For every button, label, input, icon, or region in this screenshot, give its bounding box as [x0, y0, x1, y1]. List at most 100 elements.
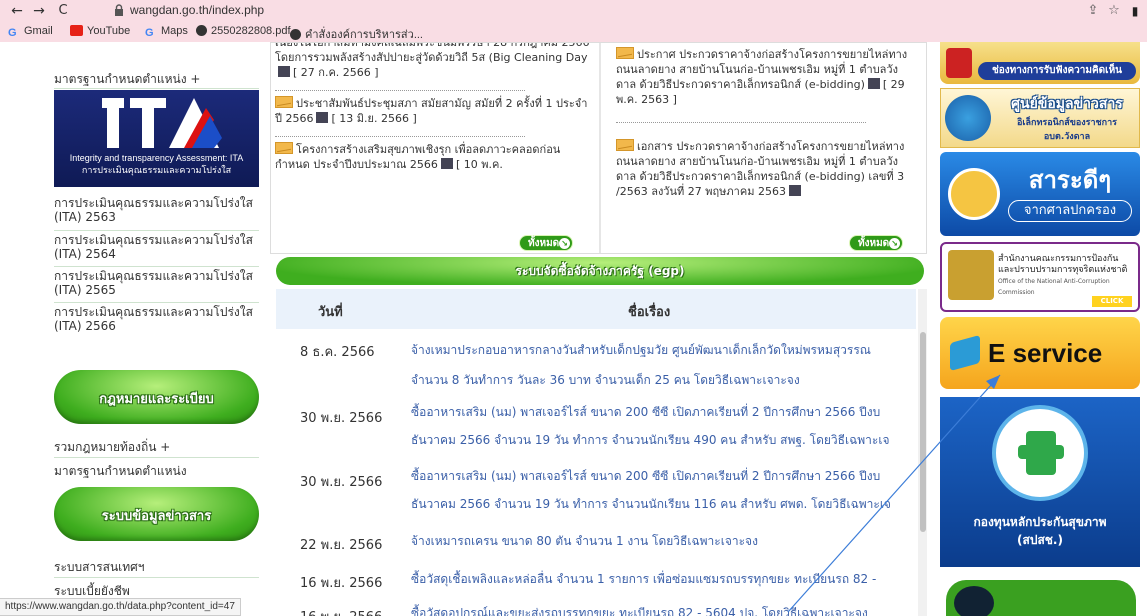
youtube-icon: [70, 25, 83, 36]
info-center-sub: อิเล็กทรอนิกส์ของราชการ: [1017, 118, 1117, 128]
admin-court-sub: จากศาลปกครอง: [1008, 200, 1132, 222]
row-date: 8 ธ.ค. 2566: [300, 345, 375, 360]
position-standard-link-2[interactable]: มาตรฐานกำหนดตำแหน่ง: [54, 464, 259, 478]
news-item[interactable]: เอกสาร ประกวดราคาจ้างก่อสร้างโครงการขยาย…: [616, 139, 916, 199]
ita-caption-en: Integrity and transparency Assessment: I…: [69, 153, 244, 163]
lock-icon: [115, 4, 123, 16]
feedback-label: ช่องทางการรับฟังความคิดเห็น: [978, 62, 1136, 80]
row-date: 22 พ.ย. 2566: [300, 538, 383, 553]
window-icon[interactable]: ▮: [1127, 3, 1143, 19]
column-divider: [599, 43, 601, 253]
nacc-title-2: และปราบปรามการทุจริตแห่งชาติ: [998, 265, 1128, 275]
news-all-button-right[interactable]: ทั้งหมด ↘: [849, 235, 903, 251]
egp-heading: ระบบจัดซื้อจัดจ้างภาครัฐ (egp): [276, 257, 924, 285]
nacc-seal-icon: [948, 250, 994, 300]
ita-logo: [102, 98, 222, 148]
divider: [54, 302, 259, 303]
divider: [54, 457, 259, 458]
save-icon: [278, 66, 290, 77]
nacc-title-en: Office of the National Anti-Corruption C…: [998, 278, 1110, 296]
bookmarks-bar: G Gmail YouTube G Maps 2550282808.pdf คำสั…: [0, 22, 1147, 42]
admin-court-banner[interactable]: สาระดีๆ จากศาลปกครอง: [940, 152, 1140, 236]
allowance-link[interactable]: ระบบเบี้ยยังชีพ: [54, 584, 259, 598]
status-bar: https://www.wangdan.go.th/data.php?conte…: [0, 598, 241, 616]
news-panel: เนื่องในโอกาสมหามงคลเฉลิมพระชนมพรรษา 28 …: [270, 42, 927, 254]
info-center-org: อบต.วังดาล: [1043, 132, 1091, 142]
save-icon: [440, 158, 453, 169]
ita-caption-th: การประเมินคุณธรรมและความโปร่งใส: [81, 165, 232, 175]
info-center-title: ศูนย์ข้อมูลข่าวสาร: [1011, 96, 1123, 112]
info-system-link[interactable]: ระบบสารสนเทศฯ: [54, 560, 259, 574]
news-item[interactable]: โครงการสร้างเสริมสุขภาพเชิงรุก เพื่อลดภา…: [275, 142, 590, 172]
ita-2564-link[interactable]: การประเมินคุณธรรมและความโปร่งใส (ITA) 25…: [54, 233, 259, 261]
bookmark-gmail[interactable]: G Gmail: [8, 25, 53, 39]
info-heading-pill: ระบบข้อมูลข่าวสาร: [54, 487, 259, 541]
divider: [54, 266, 259, 267]
bookmark-maps[interactable]: G Maps: [145, 25, 188, 39]
news-all-button-left[interactable]: ทั้งหมด ↘: [519, 235, 573, 251]
google-icon: G: [145, 27, 154, 39]
col-title: ชื่อเรื่อง: [628, 305, 671, 320]
bookmark-order[interactable]: คำสั่งองค์การบริหารส่ว...: [290, 25, 423, 43]
bookmark-pdf[interactable]: 2550282808.pdf: [196, 25, 291, 37]
left-sidebar: มาตรฐานกำหนดตำแหน่ง + Integrity and tran…: [0, 42, 262, 616]
row-date: 30 พ.ย. 2566: [300, 411, 383, 426]
ita-2563-link[interactable]: การประเมินคุณธรรมและความโปร่งใส (ITA) 25…: [54, 196, 259, 224]
back-icon[interactable]: ←: [8, 3, 26, 19]
table-header: วันที่ ชื่อเรื่อง: [276, 289, 916, 329]
hand-icon: [946, 48, 972, 78]
globe-icon: [290, 29, 301, 40]
info-center-banner[interactable]: ศูนย์ข้อมูลข่าวสาร อิเล็กทรอนิกส์ของราชก…: [940, 88, 1140, 148]
nacc-title-1: สำนักงานคณะกรรมการป้องกัน: [998, 254, 1119, 264]
position-standard-link[interactable]: มาตรฐานกำหนดตำแหน่ง +: [54, 72, 259, 86]
ita-2565-link[interactable]: การประเมินคุณธรรมและความโปร่งใส (ITA) 25…: [54, 269, 259, 297]
news-item[interactable]: เนื่องในโอกาสมหามงคลเฉลิมพระชนมพรรษา 28 …: [275, 43, 590, 80]
law-heading: กฎหมายและระเบียบ: [99, 392, 214, 407]
seal-icon: [945, 95, 991, 141]
info-heading: ระบบข้อมูลข่าวสาร: [101, 509, 212, 524]
news-item[interactable]: ประชาสัมพันธ์ประชุมสภา สมัยสามัญ สมัยที่…: [275, 96, 590, 126]
globe-icon: [196, 25, 207, 36]
feedback-banner[interactable]: ช่องทางการรับฟังความคิดเห็น: [940, 42, 1140, 84]
row-date: 30 พ.ย. 2566: [300, 475, 383, 490]
row-date: 16 พ.ย. 2566: [300, 576, 383, 591]
google-icon: G: [8, 27, 17, 39]
save-icon: [316, 112, 329, 123]
news-column-left: เนื่องในโอกาสมหามงคลเฉลิมพระชนมพรรษา 28 …: [275, 43, 590, 248]
envelope-icon: [616, 47, 634, 59]
envelope-icon: [275, 142, 293, 154]
page-content: มาตรฐานกำหนดตำแหน่ง + Integrity and tran…: [0, 42, 1147, 616]
arrow-icon: ↘: [889, 238, 900, 249]
divider: [54, 88, 259, 89]
star-icon[interactable]: ☆: [1106, 3, 1122, 19]
bookmark-youtube[interactable]: YouTube: [70, 25, 130, 37]
browser-chrome: ← → C wangdan.go.th/index.php ⇪ ☆ ▮ G Gma…: [0, 0, 1147, 42]
row-date: 16 พ.ย. 2566: [300, 606, 382, 616]
divider: [54, 230, 259, 231]
share-icon[interactable]: ⇪: [1085, 3, 1101, 19]
envelope-icon: [616, 139, 634, 151]
divider: [275, 136, 525, 137]
nacc-click-button[interactable]: CLICK: [1092, 296, 1132, 307]
ita-2566-link[interactable]: การประเมินคุณธรรมและความโปร่งใส (ITA) 25…: [54, 305, 259, 333]
envelope-icon: [275, 96, 293, 108]
arrow-icon: ↘: [559, 238, 570, 249]
divider: [616, 122, 866, 123]
col-date: วันที่: [318, 305, 343, 320]
nacc-banner[interactable]: สำนักงานคณะกรรมการป้องกัน และปราบปรามการ…: [940, 242, 1140, 312]
law-heading-pill: กฎหมายและระเบียบ: [54, 370, 259, 424]
address-row: ← → C wangdan.go.th/index.php ⇪ ☆ ▮: [0, 0, 1147, 22]
save-icon: [788, 185, 801, 196]
ita-banner[interactable]: Integrity and transparency Assessment: I…: [54, 90, 259, 187]
divider: [54, 577, 259, 578]
news-column-right: ประกาศ ประกวดราคาจ้างก่อสร้างโครงการขยาย…: [616, 43, 926, 248]
reload-icon[interactable]: C: [54, 3, 72, 19]
court-seal-icon: [948, 168, 1000, 220]
news-item[interactable]: ประกาศ ประกวดราคาจ้างก่อสร้างโครงการขยาย…: [616, 47, 916, 107]
forward-icon[interactable]: →: [30, 3, 48, 19]
admin-court-title: สาระดีๆ: [1028, 166, 1112, 194]
url-text: wangdan.go.th/index.php: [130, 3, 265, 17]
save-icon: [867, 78, 880, 89]
divider: [275, 90, 525, 91]
local-law-link[interactable]: รวมกฎหมายท้องถิ่น +: [54, 440, 259, 454]
